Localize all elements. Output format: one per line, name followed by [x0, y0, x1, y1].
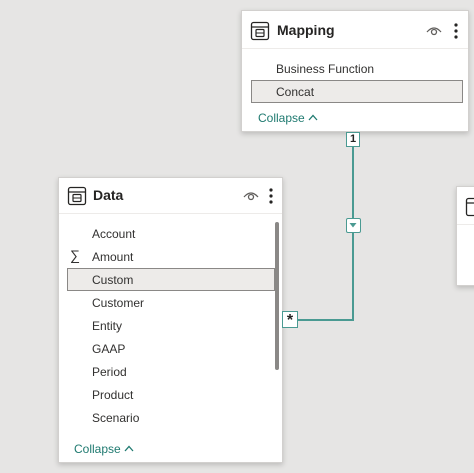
mapping-table-header[interactable]: Mapping [242, 11, 468, 45]
cardinality-one-badge: 1 [346, 132, 360, 147]
mapping-collapse-button[interactable]: Collapse [258, 111, 318, 125]
mapping-table-title: Mapping [277, 22, 335, 38]
field-business-function[interactable]: Business Function [251, 58, 463, 80]
field-period[interactable]: Period [67, 361, 275, 383]
fields-scrollbar[interactable] [275, 222, 279, 370]
chevron-up-icon [124, 445, 134, 452]
table-icon [67, 186, 87, 206]
filter-direction-icon[interactable] [346, 218, 361, 233]
more-options-icon[interactable] [268, 188, 274, 204]
field-entity[interactable]: Entity [67, 315, 275, 337]
collapse-label: Collapse [258, 111, 305, 125]
collapse-label: Collapse [74, 442, 121, 456]
more-options-icon[interactable] [453, 23, 459, 39]
field-concat[interactable]: Concat [251, 80, 463, 103]
field-scenario[interactable]: Scenario [67, 407, 275, 429]
field-customer[interactable]: Customer [67, 292, 275, 314]
field-amount[interactable]: Amount [67, 246, 275, 268]
data-collapse-button[interactable]: Collapse [74, 442, 134, 456]
partial-divider [457, 224, 474, 225]
table-icon [465, 197, 474, 217]
chevron-up-icon [308, 114, 318, 121]
data-table-header[interactable]: Data [59, 178, 282, 212]
data-header-divider [59, 213, 282, 214]
data-table-card[interactable]: Data Account ∑ Amount Custom Customer En… [58, 177, 283, 463]
field-custom[interactable]: Custom [67, 268, 275, 291]
eye-icon[interactable] [426, 25, 442, 37]
field-product[interactable]: Product [67, 384, 275, 406]
cardinality-many-badge: * [282, 311, 298, 329]
eye-icon[interactable] [243, 190, 259, 202]
mapping-header-divider [242, 48, 468, 49]
mapping-table-card[interactable]: Mapping Business Function Concat Collaps… [241, 10, 469, 132]
table-icon [250, 21, 270, 41]
field-gaap[interactable]: GAAP [67, 338, 275, 360]
data-table-title: Data [93, 187, 124, 203]
partial-table-card[interactable] [456, 186, 474, 286]
field-account[interactable]: Account [67, 223, 275, 245]
